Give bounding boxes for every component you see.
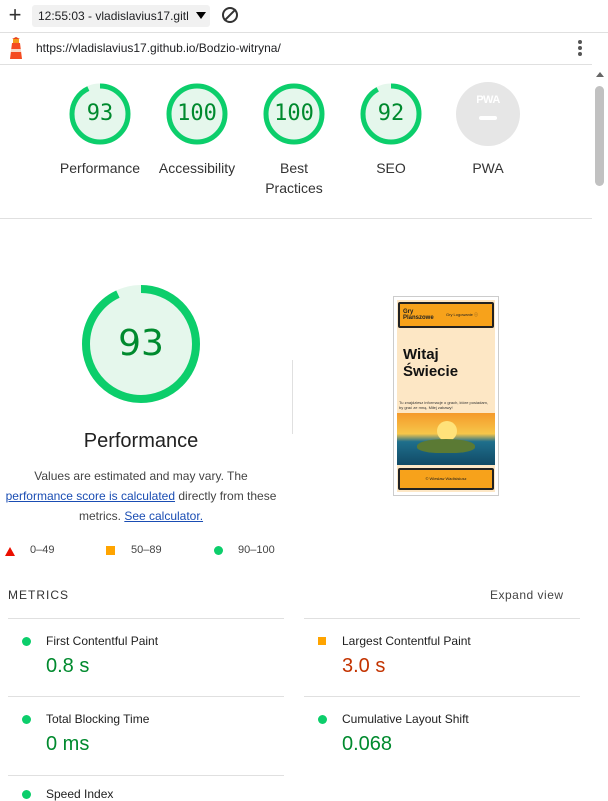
gauge-score: 92	[377, 101, 405, 126]
metric-value: 0 ms	[46, 733, 90, 755]
gauge-score: 93	[86, 101, 114, 126]
desc-text-1: Values are estimated and may vary. The	[34, 469, 248, 483]
thumb-hero-image	[397, 413, 495, 465]
metric-cls: Cumulative Layout Shift 0.068	[304, 696, 580, 775]
performance-score: 93	[118, 323, 164, 364]
island-shape	[417, 439, 475, 453]
metric-name: Total Blocking Time	[46, 712, 150, 726]
gauge-score: 100	[177, 101, 217, 126]
thumb-text: Tu znajdziesz informacje o grach, które …	[399, 400, 489, 410]
thumb-nav: Gry Logowanie ⓘ	[446, 312, 479, 317]
metric-name: Cumulative Layout Shift	[342, 712, 469, 726]
performance-title: Performance	[83, 430, 199, 452]
report-select-label: 12:55:03 - vladislavius17.github.io	[38, 9, 188, 23]
pass-circle-icon	[22, 790, 31, 799]
scrollbar[interactable]	[592, 64, 608, 793]
metric-speed-index: Speed Index	[8, 775, 284, 801]
gauge-performance[interactable]: 93 Performance	[50, 82, 150, 178]
chevron-down-icon	[196, 12, 206, 19]
gauge-pwa[interactable]: PWA PWA	[438, 82, 538, 178]
metrics-heading: METRICS	[8, 588, 69, 602]
fail-triangle-icon	[5, 547, 15, 556]
pwa-badge-icon: PWA	[456, 82, 520, 146]
sun-shape	[437, 421, 457, 441]
pwa-badge-text: PWA	[476, 94, 500, 106]
gauge-label: PWA	[472, 160, 504, 176]
metric-value: 3.0 s	[342, 655, 386, 677]
pass-circle-icon	[214, 546, 223, 555]
metric-value: 0.8 s	[46, 655, 90, 677]
performance-description: Values are estimated and may vary. The p…	[0, 466, 282, 526]
more-options-icon[interactable]	[576, 39, 584, 57]
metric-lcp: Largest Contentful Paint 3.0 s	[304, 618, 580, 697]
legend-pass: 90–100	[238, 544, 275, 556]
vertical-divider	[292, 360, 293, 434]
final-screenshot[interactable]: Gry Planszowe Gry Logowanie ⓘ Witaj Świe…	[393, 296, 499, 496]
legend-average: 50–89	[131, 544, 162, 556]
report-url-bar: https://vladislavius17.github.io/Bodzio-…	[0, 33, 608, 65]
report-url[interactable]: https://vladislavius17.github.io/Bodzio-…	[36, 41, 281, 55]
scrollbar-thumb[interactable]	[595, 86, 604, 186]
report-select[interactable]: 12:55:03 - vladislavius17.github.io	[32, 5, 210, 27]
gauge-score: 100	[274, 101, 314, 126]
thumb-header: Gry Planszowe Gry Logowanie ⓘ	[398, 302, 494, 328]
gauge-label: SEO	[376, 160, 406, 176]
metric-fcp: First Contentful Paint 0.8 s	[8, 618, 284, 697]
scroll-up-icon[interactable]	[596, 72, 604, 77]
average-square-icon	[106, 546, 115, 555]
thumb-heading: Witaj Świecie	[403, 346, 459, 380]
gauge-best-practices[interactable]: 100 Best Practices	[244, 82, 344, 198]
pass-circle-icon	[22, 637, 31, 646]
gauge-seo[interactable]: 92 SEO	[341, 82, 441, 178]
thumb-footer: © Wiesław Wadisisiusz	[398, 468, 494, 490]
add-report-icon[interactable]: +	[6, 4, 24, 26]
gauge-label: Accessibility	[158, 160, 236, 176]
metric-value: 0.068	[342, 733, 393, 755]
pass-circle-icon	[318, 715, 327, 724]
pwa-dash	[479, 116, 497, 120]
score-calculated-link[interactable]: performance score is calculated	[6, 489, 175, 503]
average-square-icon	[318, 637, 326, 645]
legend-fail: 0–49	[30, 544, 55, 556]
thumb-logo: Gry Planszowe	[403, 309, 434, 321]
category-gauges: 93 Performance 100 Accessibility 100 Bes…	[0, 64, 592, 219]
gauge-accessibility[interactable]: 100 Accessibility	[147, 82, 247, 178]
lighthouse-logo-icon	[10, 37, 22, 59]
clear-reports-icon[interactable]	[222, 7, 238, 23]
metric-name: Largest Contentful Paint	[342, 634, 471, 648]
metric-name: First Contentful Paint	[46, 634, 159, 648]
pass-circle-icon	[22, 715, 31, 724]
gauge-label: Performance	[59, 160, 141, 176]
gauge-label: Best Practices	[265, 160, 323, 196]
performance-gauge-large: 93	[80, 283, 202, 405]
devtools-toolbar: + 12:55:03 - vladislavius17.github.io	[0, 0, 608, 33]
expand-view-toggle[interactable]: Expand view	[490, 588, 564, 602]
see-calculator-link[interactable]: See calculator.	[124, 509, 203, 523]
metric-tbt: Total Blocking Time 0 ms	[8, 696, 284, 775]
metric-name: Speed Index	[46, 787, 114, 801]
